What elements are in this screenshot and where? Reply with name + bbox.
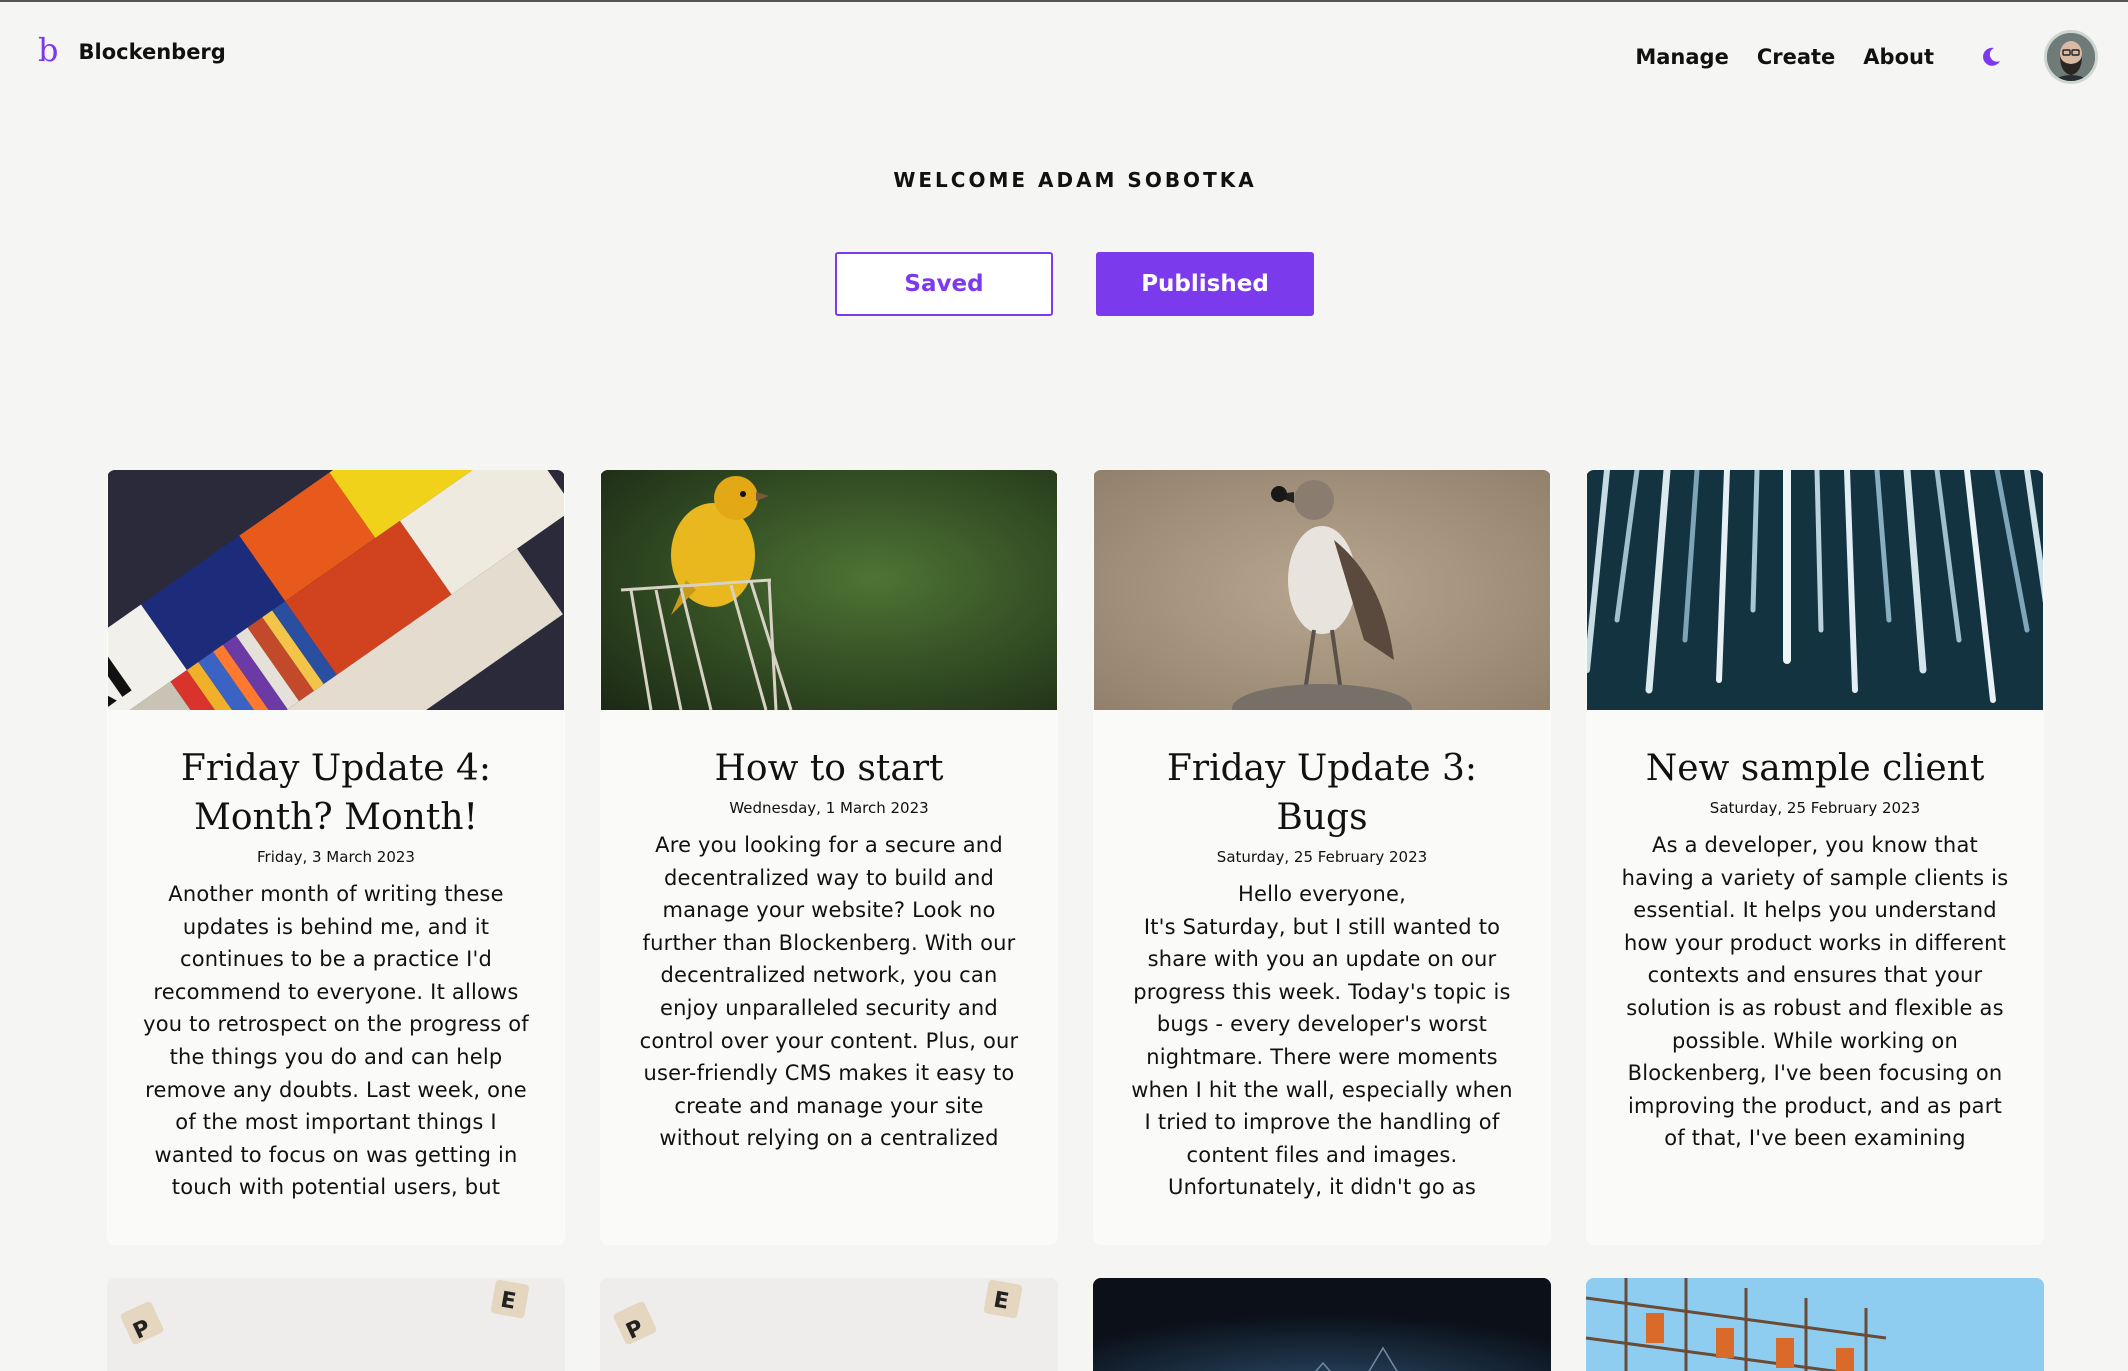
- tab-published[interactable]: Published: [1096, 252, 1314, 316]
- post-title[interactable]: Friday Update 3: Bugs: [1093, 744, 1551, 842]
- post-thumbnail-mockingbird: [1094, 470, 1550, 710]
- user-avatar[interactable]: [2044, 30, 2098, 84]
- welcome-heading: WELCOME ADAM SOBOTKA: [893, 168, 1257, 192]
- post-title[interactable]: How to start: [600, 744, 1058, 793]
- post-filter-tabs: Saved Published: [835, 252, 1314, 316]
- post-excerpt: Hello everyone, It's Saturday, but I sti…: [1131, 882, 1513, 1200]
- post-thumbnail-collage: RI: [108, 470, 564, 710]
- tab-saved[interactable]: Saved: [835, 252, 1053, 316]
- post-thumbnail-light-streaks: [1587, 470, 2043, 710]
- post-card[interactable]: How to start Wednesday, 1 March 2023 Are…: [600, 470, 1058, 1245]
- nav-about[interactable]: About: [1863, 45, 1934, 69]
- post-thumbnail-bird: [601, 470, 1057, 710]
- post-card-thumbnail[interactable]: [1093, 1278, 1551, 1371]
- post-card[interactable]: New sample client Saturday, 25 February …: [1586, 470, 2044, 1245]
- post-title[interactable]: New sample client: [1586, 744, 2044, 793]
- post-card-thumbnail[interactable]: [1586, 1278, 2044, 1371]
- main-nav: Manage Create About: [1635, 30, 2098, 84]
- post-card-thumbnail[interactable]: P E: [600, 1278, 1058, 1371]
- site-logo[interactable]: b Blockenberg: [38, 34, 226, 66]
- top-bar: b Blockenberg Manage Create About: [0, 2, 2128, 110]
- post-excerpt: As a developer, you know that having a v…: [1621, 833, 2009, 1151]
- nav-create[interactable]: Create: [1757, 45, 1835, 69]
- post-card-thumbnail[interactable]: P E: [107, 1278, 565, 1371]
- post-date: Friday, 3 March 2023: [257, 848, 415, 866]
- logo-mark: b: [38, 31, 59, 69]
- post-card[interactable]: Friday Update 3: Bugs Saturday, 25 Febru…: [1093, 470, 1551, 1245]
- moon-icon[interactable]: [1980, 46, 2002, 68]
- post-date: Saturday, 25 February 2023: [1709, 799, 1921, 817]
- post-title[interactable]: Friday Update 4: Month? Month!: [107, 744, 565, 842]
- post-excerpt: Are you looking for a secure and decentr…: [639, 833, 1019, 1151]
- site-name: Blockenberg: [78, 40, 226, 64]
- nav-manage[interactable]: Manage: [1635, 45, 1728, 69]
- post-date: Wednesday, 1 March 2023: [729, 799, 929, 817]
- post-date: Saturday, 25 February 2023: [1216, 848, 1428, 866]
- post-card[interactable]: RI Friday Update 4: Month? Month! Friday…: [107, 470, 565, 1245]
- post-excerpt: Another month of writing these updates i…: [143, 882, 529, 1200]
